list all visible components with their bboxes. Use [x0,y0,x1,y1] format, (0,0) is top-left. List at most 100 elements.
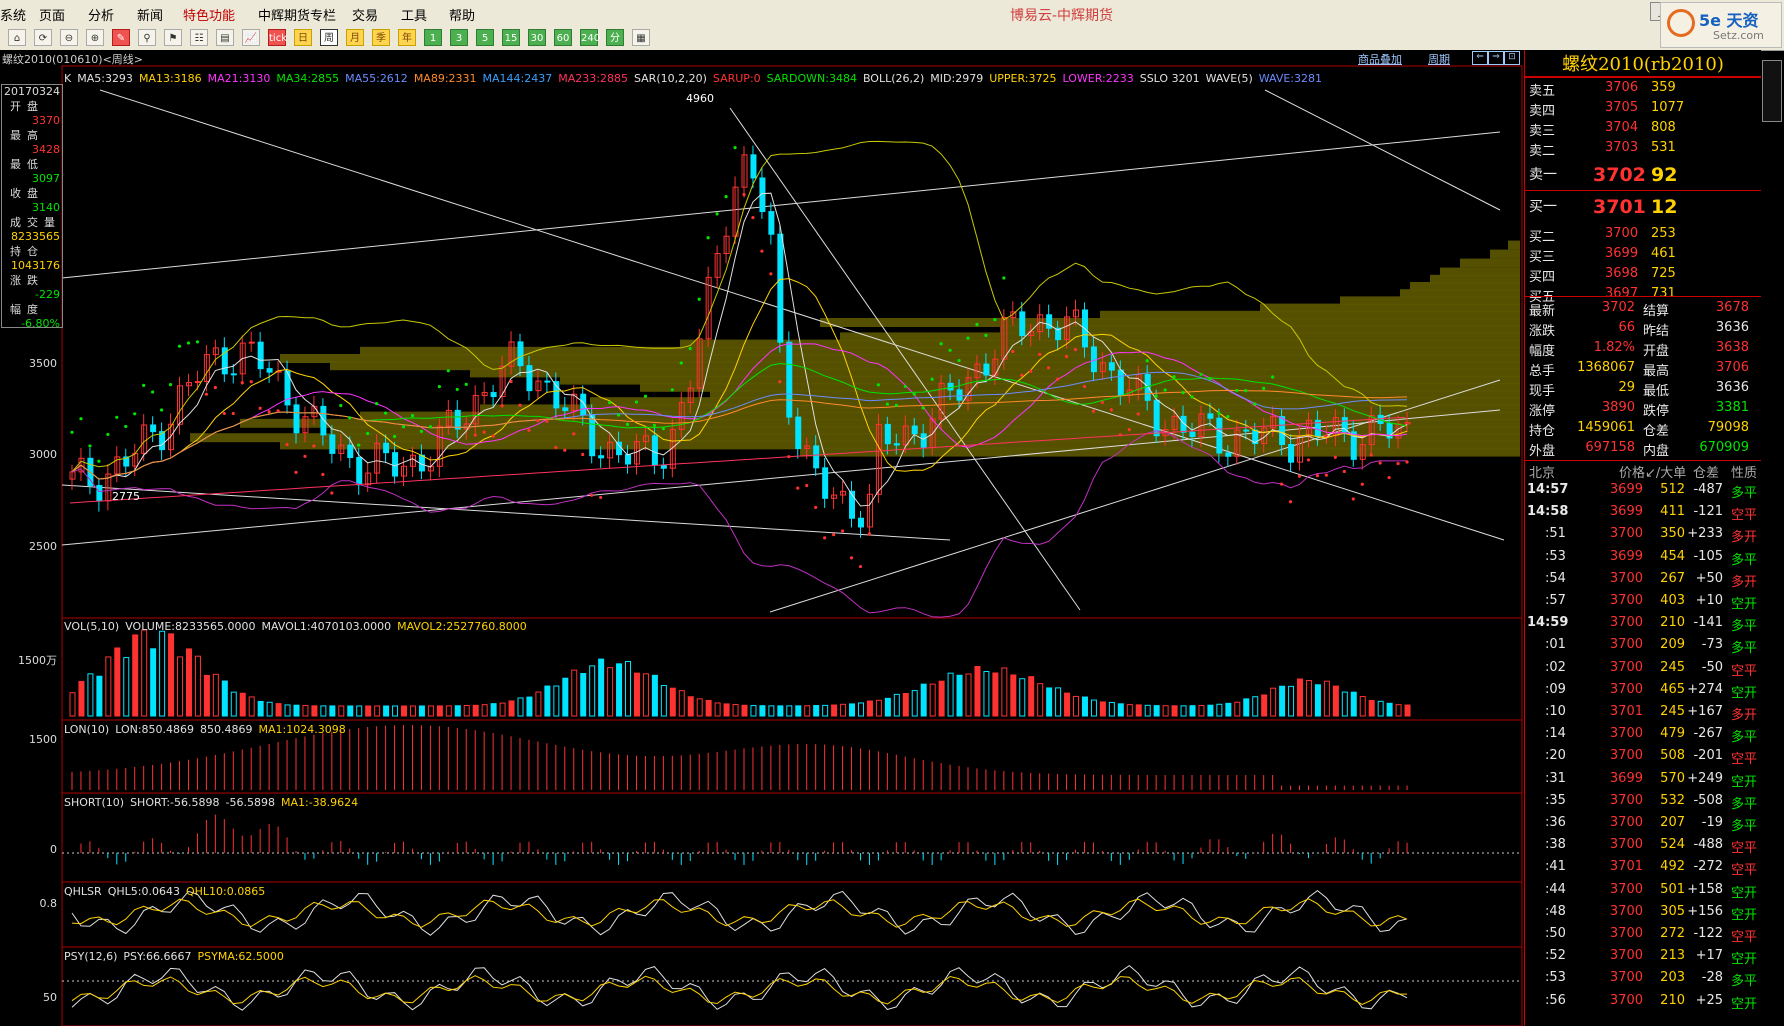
tick-time: :14 [1545,726,1566,742]
candle-body [983,363,990,376]
stat-value: 79098 [1707,420,1749,435]
volume-bar [1297,678,1304,717]
volume-bar [1081,696,1088,717]
tick-oi: -105 [1693,548,1723,564]
sar-dot [106,432,110,437]
sar-dot [410,414,415,418]
tick-row[interactable]: :53 3700 203 -28 多平 [1525,970,1761,992]
bid-row[interactable]: 买三 3699 461 [1525,246,1761,266]
tick-row[interactable]: :48 3700 305 +156 空开 [1525,904,1761,926]
period-link[interactable]: 周期 [1428,51,1450,67]
volume-bar [696,698,703,717]
candle-body [580,393,587,416]
side-scroll-handle[interactable] [1762,60,1782,122]
kline-chart-canvas[interactable] [0,0,1524,1026]
tick-row[interactable]: :41 3701 492 -272 空平 [1525,859,1761,881]
tick-row[interactable]: :51 3700 350 +233 多开 [1525,526,1761,548]
tick-row[interactable]: :20 3700 508 -201 空平 [1525,748,1761,770]
sar-dot [1064,354,1069,359]
volume-bar [257,700,264,717]
tick-oi: +25 [1695,992,1723,1008]
overlay-link[interactable]: 商品叠加 [1358,51,1402,67]
sar-dot [778,380,782,384]
volume-bar [786,705,793,717]
sar-dot [581,452,585,457]
tick-row[interactable]: :35 3700 532 -508 多平 [1525,793,1761,815]
legend-item: WAVE:3281 [1258,72,1323,85]
tick-row[interactable]: :44 3700 501 +158 空开 [1525,882,1761,904]
tick-row[interactable]: :52 3700 213 +17 空开 [1525,948,1761,970]
tick-row[interactable]: :01 3700 209 -73 多平 [1525,637,1761,659]
sar-dot [545,419,549,423]
candle-body [795,416,802,449]
volume-bar [194,655,201,717]
volume-bar [132,634,139,717]
tick-nature: 空平 [1731,508,1758,524]
bid-row[interactable]: 买二 3700 253 [1525,226,1761,246]
sar-dot [437,384,441,389]
tick-row[interactable]: :02 3700 245 -50 空平 [1525,660,1761,682]
tick-row[interactable]: :09 3700 465 +274 空开 [1525,682,1761,704]
legend-item: PSY(12,6) [64,950,118,963]
qhl5-line [71,889,1408,936]
volume-bar [831,704,838,717]
sar-dot [993,317,997,322]
legend-item: PSY:66.6667 [123,950,192,963]
tick-header-volume: ↙/大单 [1645,466,1687,481]
stat-row: 涨停 3890 跌停 3381 [1525,400,1761,420]
candle-body [526,365,533,392]
tick-row[interactable]: :38 3700 524 -488 空平 [1525,837,1761,859]
ask-row[interactable]: 卖四 3705 1077 [1525,100,1761,120]
chart-header: 螺纹2010(010610)<周线> 商品叠加 周期 ⇐ ⇒ ⊡ [0,50,1520,66]
tick-price: 3700 [1609,926,1643,941]
tick-row[interactable]: :36 3700 207 -19 多平 [1525,815,1761,837]
ask-row[interactable]: 卖五 3706 359 [1525,80,1761,100]
tick-price: 3699 [1609,770,1643,786]
tick-row[interactable]: :54 3700 267 +50 多开 [1525,571,1761,593]
tick-time: :09 [1545,681,1566,697]
tick-row[interactable]: 14:58 3699 411 -121 空平 [1525,504,1761,526]
volume-bar [580,673,587,717]
tick-row[interactable]: 14:59 3700 210 -141 多平 [1525,615,1761,637]
scroll-left-icon[interactable]: ⇐ [1472,51,1488,65]
tick-row[interactable]: :50 3700 272 -122 空平 [1525,926,1761,948]
tick-row[interactable]: :14 3700 479 -267 多平 [1525,726,1761,748]
bid-volume: 12 [1651,196,1678,218]
sar-dot [616,413,621,417]
tick-row[interactable]: :10 3701 245 +167 多开 [1525,704,1761,726]
sar-dot [321,472,325,477]
candle-body [230,373,237,376]
stat-value: 3638 [1715,340,1749,355]
volume-bar [284,704,291,717]
candle-body [562,407,569,412]
zoom-icon[interactable]: ⊡ [1504,51,1520,65]
trend-line [61,484,951,541]
sar-dot [428,425,432,429]
sar-dot [186,341,191,345]
sar-dot [455,387,459,392]
ask-row[interactable]: 卖三 3704 808 [1525,120,1761,140]
sar-dot [1351,497,1355,501]
tick-oi: +17 [1695,948,1723,964]
bid-row[interactable]: 买一 3701 12 [1525,196,1761,218]
volume-bar [338,705,345,717]
ask-row[interactable]: 卖一 3702 92 [1525,164,1761,186]
tick-row[interactable]: :53 3699 454 -105 多平 [1525,549,1761,571]
sar-dot [1056,377,1060,381]
sar-dot [966,336,970,340]
tick-row[interactable]: :31 3699 570 +249 空开 [1525,771,1761,793]
tick-row[interactable]: 14:57 3699 512 -487 多平 [1525,482,1761,504]
tick-oi: +156 [1687,903,1723,919]
sar-dot [1109,408,1113,412]
tick-nature: 空开 [1731,685,1758,701]
ask-row[interactable]: 卖二 3703 531 [1525,140,1761,160]
tick-nature: 多平 [1731,552,1758,568]
bid-row[interactable]: 买四 3698 725 [1525,266,1761,286]
scroll-right-icon[interactable]: ⇒ [1488,51,1504,65]
candle-body [1019,311,1026,337]
tick-row[interactable]: :57 3700 403 +10 空开 [1525,593,1761,615]
tick-row[interactable]: :56 3700 210 +25 空开 [1525,993,1761,1015]
volume-bar [1198,705,1205,717]
volume-bar [822,704,829,717]
qhl10-line [71,898,1408,928]
